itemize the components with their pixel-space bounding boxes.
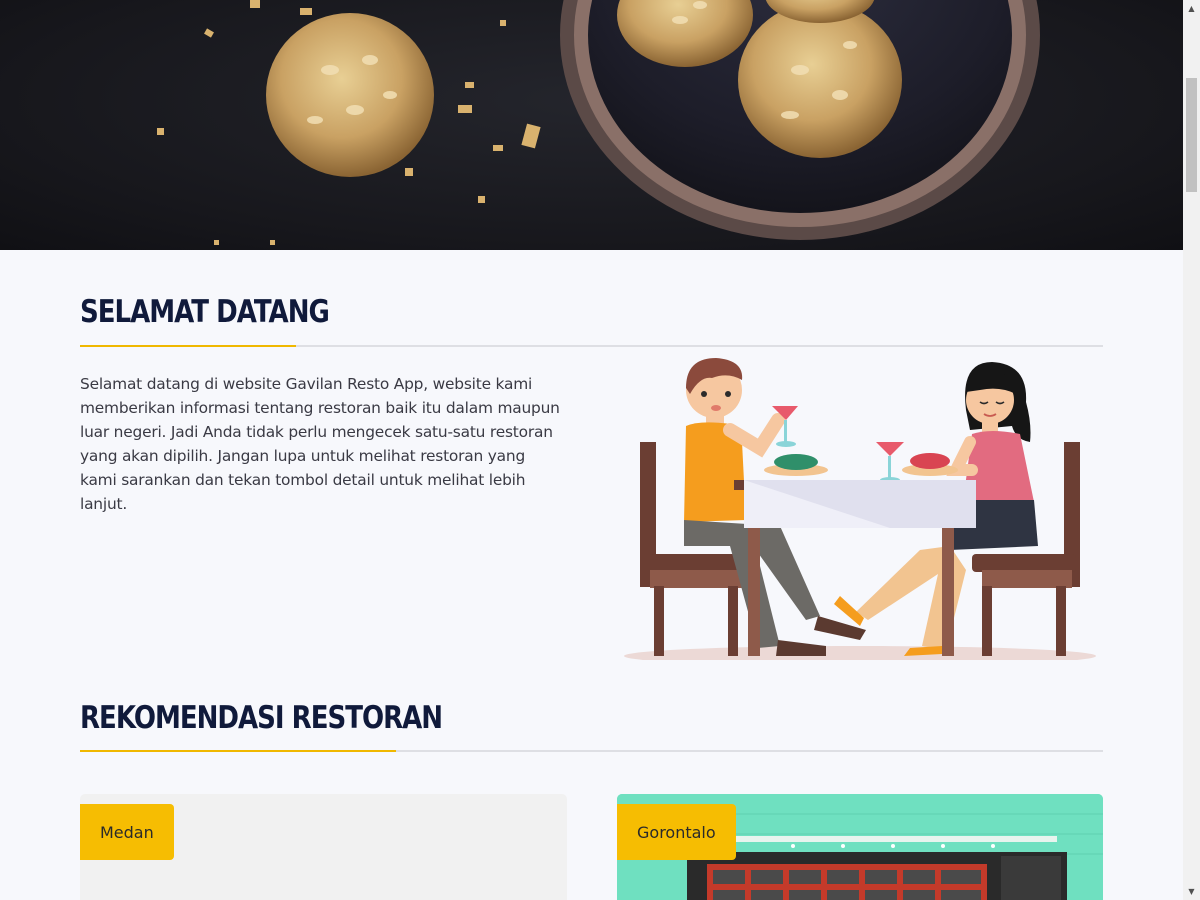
restaurant-card-medan[interactable]: Medan [80,794,567,900]
hero-banner-image [0,0,1183,250]
welcome-title-accent [80,345,296,347]
triangle-up-icon[interactable]: ▲ [1183,0,1200,17]
recommendations-title-accent [80,750,396,752]
scrollbar-thumb[interactable] [1186,78,1197,192]
couple-dining-illustration [624,358,1096,660]
triangle-down-icon[interactable]: ▼ [1183,883,1200,900]
city-badge-medan: Medan [80,804,174,860]
welcome-text: Selamat datang di website Gavilan Resto … [80,375,560,513]
restaurant-card-gorontalo[interactable]: Gorontalo [617,794,1103,900]
page: SELAMAT DATANG Selamat datang di website… [0,0,1200,900]
vertical-scrollbar[interactable]: ▲ ▼ [1183,0,1200,900]
welcome-title: SELAMAT DATANG [80,294,330,330]
recommendations-title: REKOMENDASI RESTORAN [80,700,443,736]
city-badge-gorontalo: Gorontalo [617,804,736,860]
